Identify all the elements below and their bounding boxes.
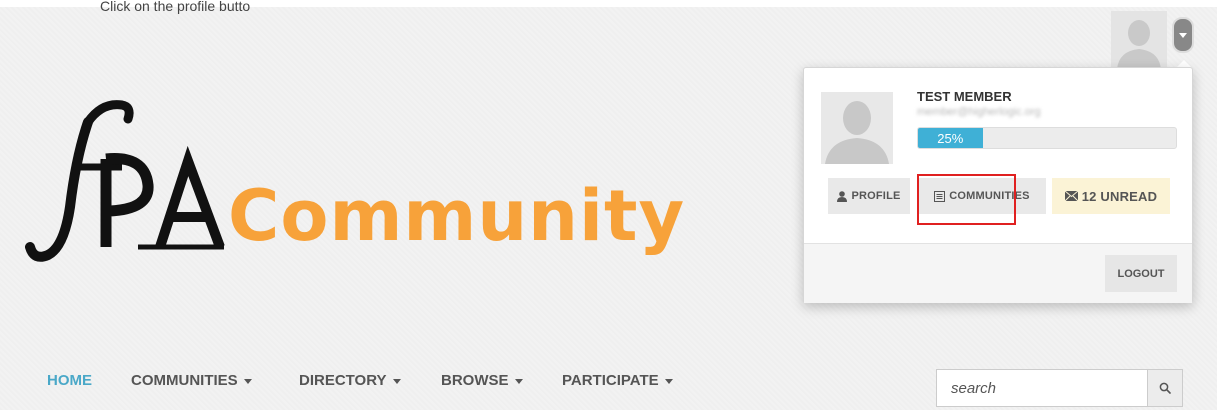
member-avatar (821, 92, 893, 164)
profile-button-label: PROFILE (851, 190, 901, 202)
nav-item-label: PARTICIPATE (562, 372, 659, 389)
user-avatar-toggle[interactable] (1111, 11, 1167, 69)
chevron-down-icon (392, 379, 401, 384)
site-logo[interactable]: Community (10, 97, 710, 267)
avatar-silhouette-icon (1111, 11, 1167, 69)
chevron-down-icon (243, 379, 252, 384)
member-name: TEST MEMBER (917, 89, 1012, 104)
nav-item-label: HOME (47, 372, 92, 389)
profile-completion-bar: 25% (917, 127, 1177, 149)
progress-fill: 25% (918, 128, 983, 148)
chevron-down-icon (1179, 32, 1187, 38)
user-icon (837, 190, 848, 202)
nav-item-label: BROWSE (441, 372, 509, 389)
chevron-down-icon (514, 379, 523, 384)
unread-messages-label: 12 UNREAD (1081, 188, 1158, 204)
search-button[interactable] (1148, 369, 1183, 407)
instruction-caption: Click on the profile butto (100, 0, 251, 14)
avatar-silhouette-icon (821, 92, 893, 164)
nav-item-communities[interactable]: COMMUNITIES (131, 372, 252, 389)
logout-button[interactable]: LOGOUT (1105, 255, 1177, 292)
nav-item-label: DIRECTORY (299, 372, 387, 389)
envelope-icon (1064, 191, 1078, 201)
logo-wordmark: Community (228, 175, 686, 257)
profile-button[interactable]: PROFILE (828, 178, 910, 214)
user-menu-caret-button[interactable] (1172, 17, 1194, 53)
highlight-annotation-box (917, 174, 1016, 225)
nav-item-directory[interactable]: DIRECTORY (299, 372, 401, 389)
nav-item-home[interactable]: HOME (47, 372, 92, 389)
member-email: member@higherlogic.org (917, 106, 1041, 118)
fpa-logo-mark (25, 100, 225, 262)
search-input[interactable] (936, 369, 1148, 407)
page-header: Click on the profile butto Community TES… (0, 0, 1217, 410)
nav-item-participate[interactable]: PARTICIPATE (562, 372, 673, 389)
main-nav: HOME COMMUNITIES DIRECTORY BROWSE PARTIC… (0, 372, 900, 402)
chevron-down-icon (664, 379, 673, 384)
nav-item-label: COMMUNITIES (131, 372, 238, 389)
search-icon (1159, 382, 1171, 394)
unread-messages-button[interactable]: 12 UNREAD (1052, 178, 1170, 214)
nav-item-browse[interactable]: BROWSE (441, 372, 523, 389)
